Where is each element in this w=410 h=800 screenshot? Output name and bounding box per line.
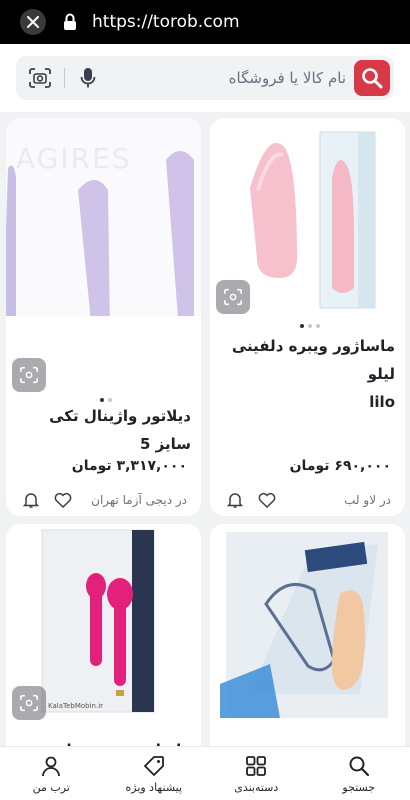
mic-icon[interactable] <box>75 63 101 93</box>
product-title[interactable]: ماساژور ویبره دار ... <box>14 736 191 746</box>
search-divider <box>64 68 65 88</box>
search-placeholder: نام کالا یا فروشگاه <box>228 69 346 87</box>
camera-search-icon[interactable] <box>12 686 46 720</box>
torob-logo-icon[interactable] <box>354 60 390 96</box>
close-icon[interactable] <box>20 9 46 35</box>
product-title-line: lilo <box>369 393 395 411</box>
product-title-line: دیلاتور واژینال تکی سایز 5 <box>49 407 191 453</box>
search-header: نام کالا یا فروشگاه <box>0 44 410 112</box>
nav-label: ترب من <box>32 781 70 794</box>
bell-icon[interactable] <box>20 489 42 511</box>
nav-label: جستجو <box>342 781 376 794</box>
tag-icon <box>141 753 167 779</box>
shop-name[interactable]: در لاو لب <box>288 493 391 507</box>
product-title[interactable]: ماساژور ویبره دلفینی لیلو lilo <box>218 332 395 416</box>
product-title-line: ماساژور ویبره دلفینی لیلو <box>231 337 395 383</box>
image-watermark-text: KalaTebMobin.ir <box>48 702 103 710</box>
browser-address-bar: https://torob.com <box>0 0 410 44</box>
product-price: ۶۹۰,۰۰۰ تومان <box>289 458 391 474</box>
nav-label: دسته‌بندی <box>234 781 279 794</box>
svg-text:AGIRES: AGIRES <box>16 142 132 175</box>
nav-label: پیشنهاد ویژه <box>125 781 183 794</box>
product-title-line: ماساژور ویبره دار ... <box>14 736 191 746</box>
user-icon <box>38 753 64 779</box>
nav-item-search[interactable]: جستجو <box>308 747 410 800</box>
bottom-navigation: جستجو دسته‌بندی پیشنهاد ویژه ترب من <box>0 746 410 800</box>
product-title[interactable]: دیلاتور واژینال تکی سایز 5 <box>14 402 191 458</box>
lock-icon <box>62 12 78 32</box>
product-footer: در لاو لب <box>224 488 391 512</box>
url-text[interactable]: https://torob.com <box>92 12 240 32</box>
shop-name[interactable]: در دیجی آزما تهران <box>84 493 187 507</box>
product-image[interactable] <box>210 524 405 722</box>
camera-search-icon[interactable] <box>12 358 46 392</box>
search-input[interactable]: نام کالا یا فروشگاه <box>16 56 394 100</box>
product-grid: ماساژور ویبره دلفینی لیلو lilo ۶۹۰,۰۰۰ ت… <box>0 112 410 746</box>
product-card[interactable]: AGIRES دیلاتور واژینال تکی سایز 5 ۳,۳۱۷,… <box>6 118 201 516</box>
camera-search-icon[interactable] <box>216 280 250 314</box>
grid-icon <box>243 753 269 779</box>
product-card[interactable]: ماساژور ویبره دلفینی لیلو lilo ۶۹۰,۰۰۰ ت… <box>210 118 405 516</box>
product-card[interactable]: KalaTebMobin.ir ماساژور ویبره دار ... <box>6 524 201 746</box>
product-card[interactable] <box>210 524 405 746</box>
product-footer: در دیجی آزما تهران <box>20 488 187 512</box>
nav-item-categories[interactable]: دسته‌بندی <box>205 747 308 800</box>
camera-search-icon[interactable] <box>26 64 54 92</box>
heart-icon[interactable] <box>256 489 278 511</box>
product-image[interactable]: AGIRES <box>6 118 201 316</box>
nav-item-my-torob[interactable]: ترب من <box>0 747 103 800</box>
bell-icon[interactable] <box>224 489 246 511</box>
search-icon <box>346 753 372 779</box>
image-carousel-dots <box>300 324 320 328</box>
product-price: ۳,۳۱۷,۰۰۰ تومان <box>71 458 187 474</box>
nav-item-special-offers[interactable]: پیشنهاد ویژه <box>103 747 206 800</box>
heart-icon[interactable] <box>52 489 74 511</box>
